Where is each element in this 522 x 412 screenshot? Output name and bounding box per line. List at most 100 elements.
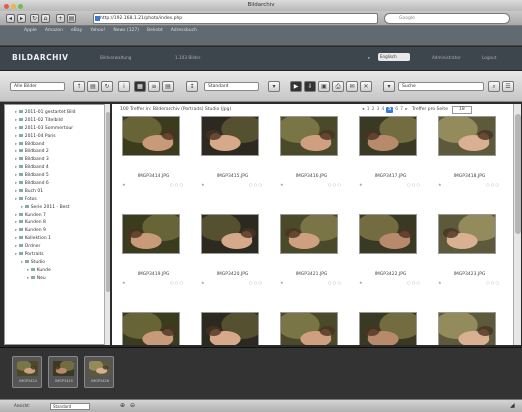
thumbnail-image[interactable] [280, 214, 338, 254]
bookmark-link[interactable]: Apple [24, 28, 37, 33]
tree-item[interactable]: ▸ Bildband 3 [5, 156, 109, 164]
select-all-button[interactable]: ▣ [318, 81, 330, 92]
star-icon[interactable]: ★ [438, 182, 442, 187]
slideshow-button[interactable]: ▶ [290, 81, 302, 92]
search-input[interactable]: Suche [398, 82, 484, 91]
tree-item[interactable]: ▸ Ordner [5, 243, 109, 251]
bookmarks-button[interactable]: ▤ [67, 14, 76, 23]
language-select[interactable]: Englisch [378, 53, 410, 61]
bookmark-link[interactable]: Beliebt [147, 28, 163, 33]
tree-item[interactable]: ▸ 2011-02 Titelbild [5, 117, 109, 125]
thumbnail-image[interactable] [122, 116, 180, 156]
rating-icons[interactable]: ○ ○ ○ [170, 280, 183, 285]
page-link[interactable]: 3 [376, 107, 379, 112]
rating-icons[interactable]: ○ ○ ○ [486, 182, 499, 187]
thumbnail-image[interactable] [438, 116, 496, 156]
thumbnail-cell[interactable] [193, 312, 272, 345]
tree-item[interactable]: ▸ 2011-04 Paris [5, 133, 109, 141]
add-bookmark-button[interactable]: + [56, 14, 65, 23]
next-page-icon[interactable]: ▸ [404, 107, 407, 112]
thumbnail-cell[interactable] [272, 312, 351, 345]
thumbnail-image[interactable] [438, 312, 496, 345]
selected-thumbnail[interactable]: IMGP3424 [12, 356, 42, 388]
thumbnail-image[interactable] [122, 214, 180, 254]
tree-item[interactable]: ▸ Portraits [5, 251, 109, 259]
tree-item[interactable]: ▸ Kunden 9 [5, 227, 109, 235]
advanced-search-button[interactable]: ☰ [502, 81, 514, 92]
zoom-window-button[interactable] [18, 4, 23, 9]
page-link[interactable]: 6 [395, 107, 398, 112]
star-icon[interactable]: ★ [201, 280, 205, 285]
list-view-button[interactable]: ≡ [148, 81, 160, 92]
tree-item[interactable]: ▸ Kunde [5, 267, 109, 275]
thumbnail-cell[interactable]: IMGP3419.JPG ★ ○ ○ ○ [114, 214, 193, 312]
user-name[interactable]: Administrator [432, 55, 461, 60]
resize-handle-icon[interactable]: ◢ [510, 402, 515, 409]
tree-item[interactable]: ▸ Serie 2011 - Best [5, 204, 109, 212]
tree-item[interactable]: ▸ 2011-01 gestartet Bild [5, 109, 109, 117]
star-icon[interactable]: ★ [122, 182, 126, 187]
star-icon[interactable]: ★ [280, 280, 284, 285]
thumbnail-cell[interactable]: IMGP3420.JPG ★ ○ ○ ○ [193, 214, 272, 312]
tree-item[interactable]: ▸ Bildband 6 [5, 180, 109, 188]
thumbnail-image[interactable] [201, 116, 259, 156]
rating-icons[interactable]: ○ ○ ○ [328, 280, 341, 285]
thumbnail-cell[interactable]: IMGP3421.JPG ★ ○ ○ ○ [272, 214, 351, 312]
forward-button[interactable]: ▸ [17, 14, 26, 23]
thumbnail-cell[interactable]: IMGP3414.JPG ★ ○ ○ ○ [114, 116, 193, 214]
tree-item[interactable]: ▸ Kollektion 1 [5, 235, 109, 243]
info-button[interactable]: i [118, 81, 130, 92]
bookmark-link[interactable]: Yahoo! [90, 28, 105, 33]
refresh-button[interactable]: ↻ [101, 81, 113, 92]
bookmark-link[interactable]: Amazon [45, 28, 63, 33]
tree-item[interactable]: ▸ Kunden 8 [5, 219, 109, 227]
thumbnail-image[interactable] [359, 214, 417, 254]
rating-icons[interactable]: ○ ○ ○ [328, 182, 341, 187]
home-button[interactable]: ⌂ [41, 14, 50, 23]
thumbnail-cell[interactable] [430, 312, 509, 345]
scroll-thumb[interactable] [106, 112, 110, 292]
page-link[interactable]: 2 [372, 107, 375, 112]
minimize-window-button[interactable] [11, 4, 16, 9]
star-icon[interactable]: ★ [438, 280, 442, 285]
search-icon[interactable]: ⌕ [488, 81, 500, 92]
back-button[interactable]: ◂ [6, 14, 15, 23]
page-link[interactable]: 1 [367, 107, 370, 112]
reload-button[interactable]: ↻ [30, 14, 39, 23]
tree-item[interactable]: ▸ 2011-03 Sommertour [5, 125, 109, 133]
rating-icons[interactable]: ○ ○ ○ [249, 280, 262, 285]
download-button[interactable]: ⇩ [304, 81, 316, 92]
thumbnail-scrollbar[interactable] [513, 104, 521, 345]
view-select[interactable]: Standard [204, 82, 259, 91]
thumbnail-image[interactable] [359, 116, 417, 156]
zoom-in-icon[interactable]: ⊕ [120, 402, 125, 409]
star-icon[interactable]: ★ [359, 280, 363, 285]
rating-icons[interactable]: ○ ○ ○ [170, 182, 183, 187]
star-icon[interactable]: ★ [280, 182, 284, 187]
thumbnail-cell[interactable]: IMGP3422.JPG ★ ○ ○ ○ [351, 214, 430, 312]
tree-item[interactable]: ▸ Fotos [5, 196, 109, 204]
thumbnail-image[interactable] [280, 312, 338, 345]
tree-item[interactable]: ▸ Studio [5, 259, 109, 267]
thumbnail-image[interactable] [201, 312, 259, 345]
thumbnail-image[interactable] [122, 312, 180, 345]
star-icon[interactable]: ★ [359, 182, 363, 187]
thumbnail-image[interactable] [359, 312, 417, 345]
thumbnail-cell[interactable]: IMGP3423.JPG ★ ○ ○ ○ [430, 214, 509, 312]
scroll-thumb[interactable] [515, 114, 521, 234]
tree-item[interactable]: ▸ Bildband 4 [5, 164, 109, 172]
thumbnail-image[interactable] [280, 116, 338, 156]
thumbnail-image[interactable] [201, 214, 259, 254]
delete-button[interactable]: ✕ [360, 81, 372, 92]
selected-thumbnail[interactable]: IMGP3426 [84, 356, 114, 388]
thumbnail-cell[interactable]: IMGP3417.JPG ★ ○ ○ ○ [351, 116, 430, 214]
web-search-input[interactable]: Google [384, 13, 510, 24]
tree-item[interactable]: ▸ Neu [5, 275, 109, 283]
status-select[interactable]: Standard [50, 403, 90, 410]
selected-thumbnail[interactable]: IMGP3425 [48, 356, 78, 388]
search-scope-button[interactable]: ▾ [383, 81, 395, 92]
bookmark-link[interactable]: eBay [71, 28, 82, 33]
up-folder-button[interactable]: ↑ [73, 81, 85, 92]
tree-item[interactable]: ▸ Kunden 7 [5, 212, 109, 220]
email-button[interactable]: ✉ [346, 81, 358, 92]
